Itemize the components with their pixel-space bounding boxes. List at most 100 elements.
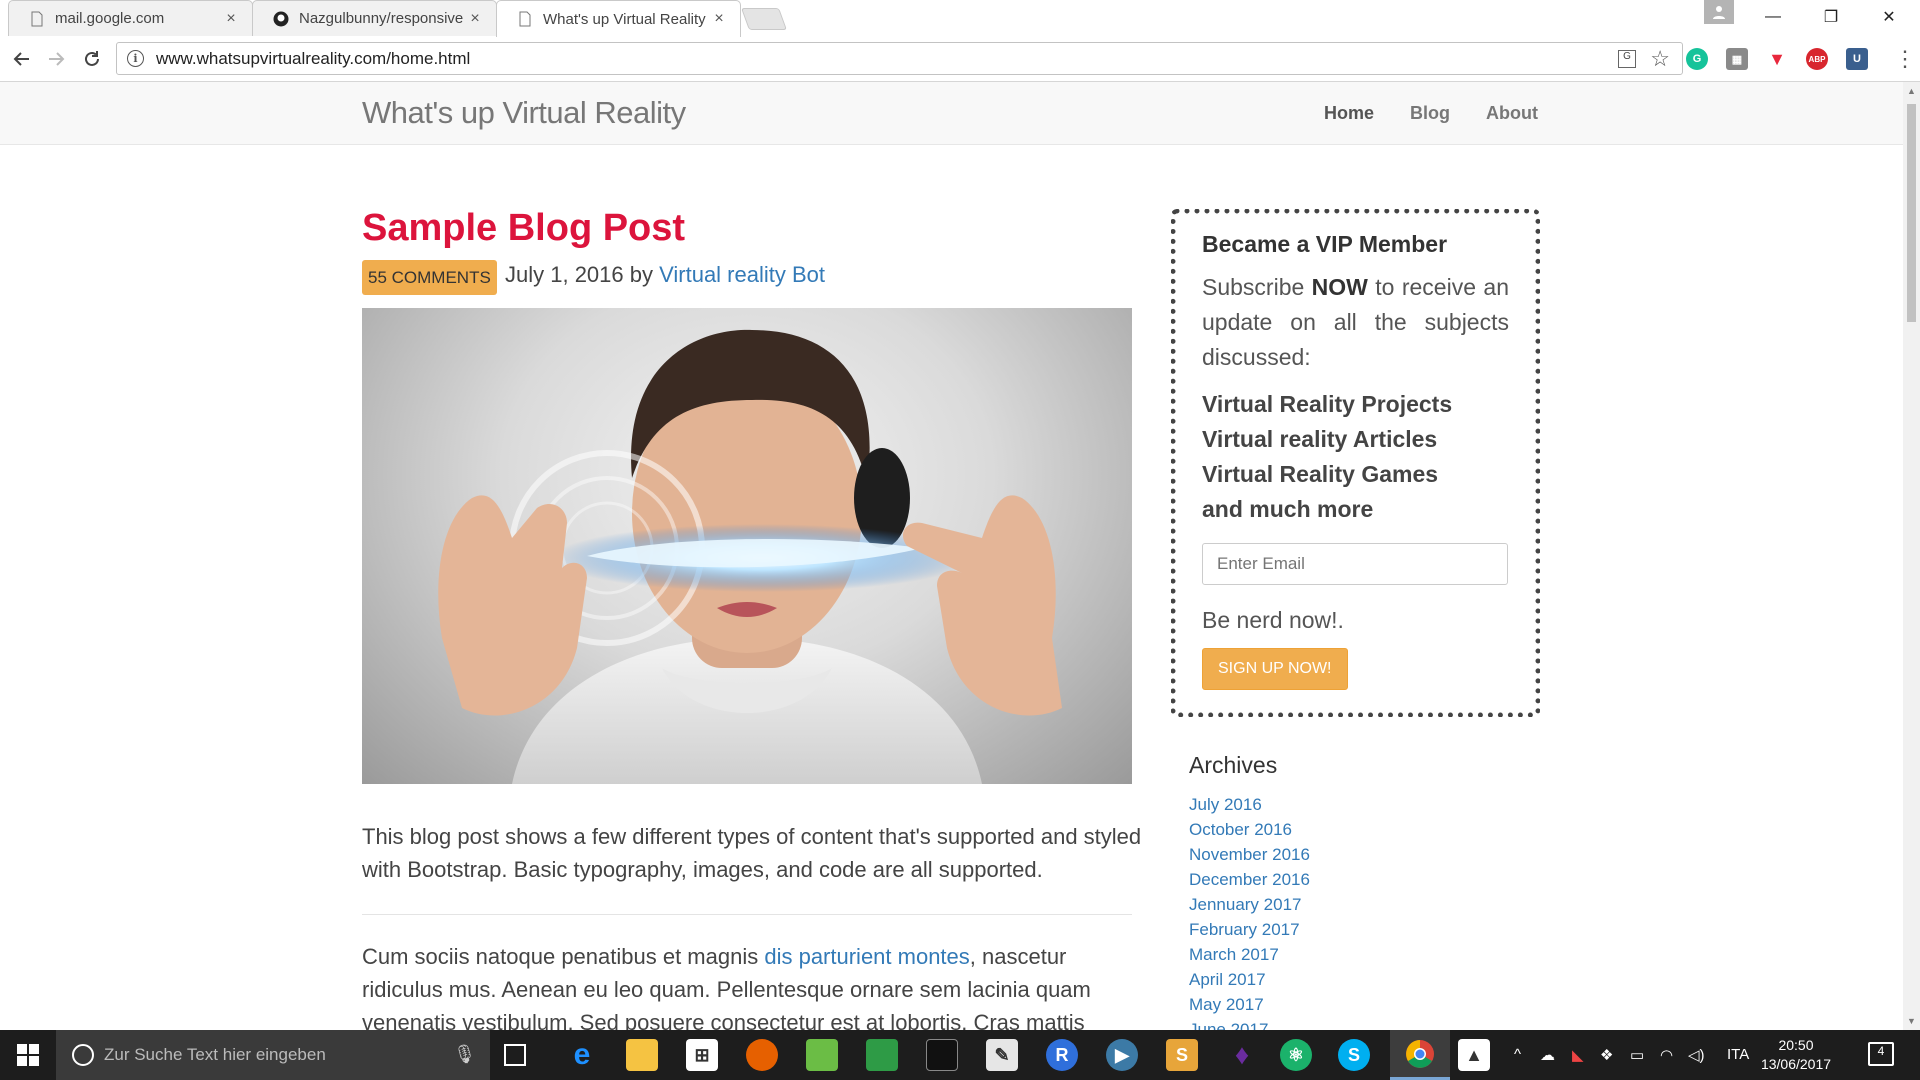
vip-benefit-item: and much more <box>1202 496 1374 522</box>
reader-icon[interactable]: ▦ <box>1726 48 1748 70</box>
flame-icon[interactable]: ♦ <box>1226 1039 1258 1071</box>
vr-visor-man-illustration <box>438 329 1062 784</box>
archive-link[interactable]: July 2016 <box>1189 792 1310 817</box>
cortana-icon <box>72 1044 94 1066</box>
shield-icon[interactable]: ▼ <box>1766 48 1788 70</box>
dropbox-icon[interactable]: ❖ <box>1600 1046 1613 1064</box>
chevron-up-icon[interactable]: ^ <box>1514 1046 1521 1063</box>
site-brand[interactable]: What's up Virtual Reality <box>362 95 686 131</box>
windows-logo-icon <box>17 1044 39 1066</box>
browser-toolbar: i www.whatsupvirtualreality.com/home.htm… <box>0 36 1920 82</box>
arrow-right-icon <box>49 52 65 66</box>
archives-list: July 2016 October 2016 November 2016 Dec… <box>1189 792 1310 1030</box>
archive-link[interactable]: December 2016 <box>1189 867 1310 892</box>
clock-date: 13/06/2017 <box>1760 1056 1832 1072</box>
store-icon[interactable]: ⊞ <box>686 1039 718 1071</box>
vip-benefit-item: Virtual Reality Projects <box>1202 391 1453 417</box>
archive-link[interactable]: October 2016 <box>1189 817 1310 842</box>
info-icon[interactable]: i <box>127 50 144 67</box>
archive-link[interactable]: May 2017 <box>1189 992 1310 1017</box>
document-icon[interactable]: ✎ <box>986 1039 1018 1071</box>
close-icon[interactable]: × <box>222 10 240 28</box>
sign-up-button[interactable]: SIGN UP NOW! <box>1202 648 1348 690</box>
chrome-menu-icon[interactable]: ⋮ <box>1894 46 1916 72</box>
edge-icon[interactable]: e <box>566 1038 598 1071</box>
tab-github[interactable]: Nazgulbunny/responsive × <box>252 0 497 36</box>
close-icon[interactable]: × <box>466 10 484 28</box>
forward-button[interactable] <box>44 47 68 71</box>
microphone-icon[interactable]: 🎙 <box>453 1044 476 1065</box>
author-link[interactable]: Virtual reality Bot <box>659 262 825 287</box>
scrollbar-thumb[interactable] <box>1907 104 1916 322</box>
grammarly-icon[interactable]: G <box>1686 48 1708 70</box>
nav-about[interactable]: About <box>1486 103 1538 124</box>
skype-icon[interactable]: S <box>1338 1039 1370 1071</box>
body-text: Cum sociis natoque penatibus et magnis <box>362 944 765 969</box>
archive-link[interactable]: Jennuary 2017 <box>1189 892 1310 917</box>
site-navbar: What's up Virtual Reality Home Blog Abou… <box>0 82 1903 145</box>
new-tab-button[interactable] <box>740 8 788 30</box>
archive-link[interactable]: April 2017 <box>1189 967 1310 992</box>
nav-home[interactable]: Home <box>1324 103 1374 124</box>
comments-badge[interactable]: 55 COMMENTS <box>362 260 497 295</box>
firefox-icon[interactable] <box>746 1039 778 1071</box>
file-explorer-icon[interactable] <box>626 1039 658 1071</box>
evernote-icon[interactable] <box>806 1039 838 1071</box>
reload-icon <box>85 51 99 66</box>
nav-blog[interactable]: Blog <box>1410 103 1450 124</box>
photos-icon[interactable]: ▲ <box>1458 1039 1490 1071</box>
scroll-up-icon[interactable]: ▲ <box>1907 86 1916 96</box>
cloud-icon[interactable]: ☁ <box>1540 1046 1555 1064</box>
archive-link[interactable]: February 2017 <box>1189 917 1310 942</box>
email-input[interactable] <box>1202 543 1508 585</box>
hero-image <box>362 308 1132 784</box>
address-bar[interactable]: i www.whatsupvirtualreality.com/home.htm… <box>116 42 1683 75</box>
battery-icon[interactable]: ▭ <box>1630 1046 1644 1064</box>
restore-button[interactable]: ❐ <box>1802 0 1860 34</box>
extension-u-icon[interactable]: U <box>1846 48 1868 70</box>
clock[interactable]: 20:50 13/06/2017 <box>1746 1036 1846 1074</box>
bookmark-star-icon[interactable]: ☆ <box>1650 46 1670 72</box>
tab-gmail[interactable]: mail.google.com × <box>8 0 253 36</box>
person-icon <box>1713 6 1725 19</box>
chrome-icon <box>1406 1040 1434 1068</box>
reload-button[interactable] <box>80 47 104 71</box>
tab-title: Nazgulbunny/responsive <box>299 10 464 27</box>
minimize-button[interactable]: — <box>1744 0 1802 34</box>
task-view-icon[interactable] <box>504 1044 526 1066</box>
chrome-taskbar-button[interactable] <box>1390 1030 1450 1080</box>
search-placeholder: Zur Suche Text hier eingeben <box>104 1045 326 1064</box>
wifi-icon[interactable]: ◠ <box>1660 1046 1673 1064</box>
terminal-icon[interactable] <box>926 1039 958 1071</box>
github-icon <box>273 11 289 26</box>
body-link[interactable]: dis parturient montes <box>764 944 969 969</box>
page-scrollbar[interactable]: ▲ ▼ <box>1903 82 1920 1030</box>
adblock-icon[interactable]: ABP <box>1806 48 1828 70</box>
archive-link[interactable]: June 2017 <box>1189 1017 1310 1030</box>
sublime-icon[interactable]: S <box>1166 1039 1198 1071</box>
start-button[interactable] <box>0 1030 56 1080</box>
close-icon[interactable]: × <box>710 10 728 28</box>
tab-whats-up-vr[interactable]: What's up Virtual Reality × <box>496 0 741 37</box>
post-title[interactable]: Sample Blog Post <box>362 207 685 250</box>
r-icon[interactable]: R <box>1046 1039 1078 1071</box>
volume-icon[interactable]: ◁) <box>1688 1046 1705 1064</box>
archives-title: Archives <box>1189 752 1278 778</box>
scroll-down-icon[interactable]: ▼ <box>1907 1016 1916 1026</box>
tab-title: mail.google.com <box>55 10 165 27</box>
taskbar-search[interactable]: Zur Suche Text hier eingeben 🎙 <box>56 1030 490 1080</box>
spreadsheet-icon[interactable] <box>866 1039 898 1071</box>
back-button[interactable] <box>10 47 34 71</box>
antivirus-icon[interactable]: ◣ <box>1572 1046 1584 1064</box>
atom-icon[interactable]: ⚛ <box>1280 1039 1312 1071</box>
translate-icon[interactable]: G <box>1618 50 1636 68</box>
media-icon[interactable]: ▶ <box>1106 1039 1138 1071</box>
close-window-button[interactable]: ✕ <box>1860 0 1918 34</box>
archive-link[interactable]: November 2016 <box>1189 842 1310 867</box>
notification-center-icon[interactable]: 4 <box>1868 1042 1894 1066</box>
post-lead: This blog post shows a few different typ… <box>362 824 1142 882</box>
tab-title: What's up Virtual Reality <box>543 10 706 28</box>
archive-link[interactable]: March 2017 <box>1189 942 1310 967</box>
vip-text: Subscribe <box>1202 274 1312 300</box>
profile-button[interactable] <box>1704 0 1734 24</box>
